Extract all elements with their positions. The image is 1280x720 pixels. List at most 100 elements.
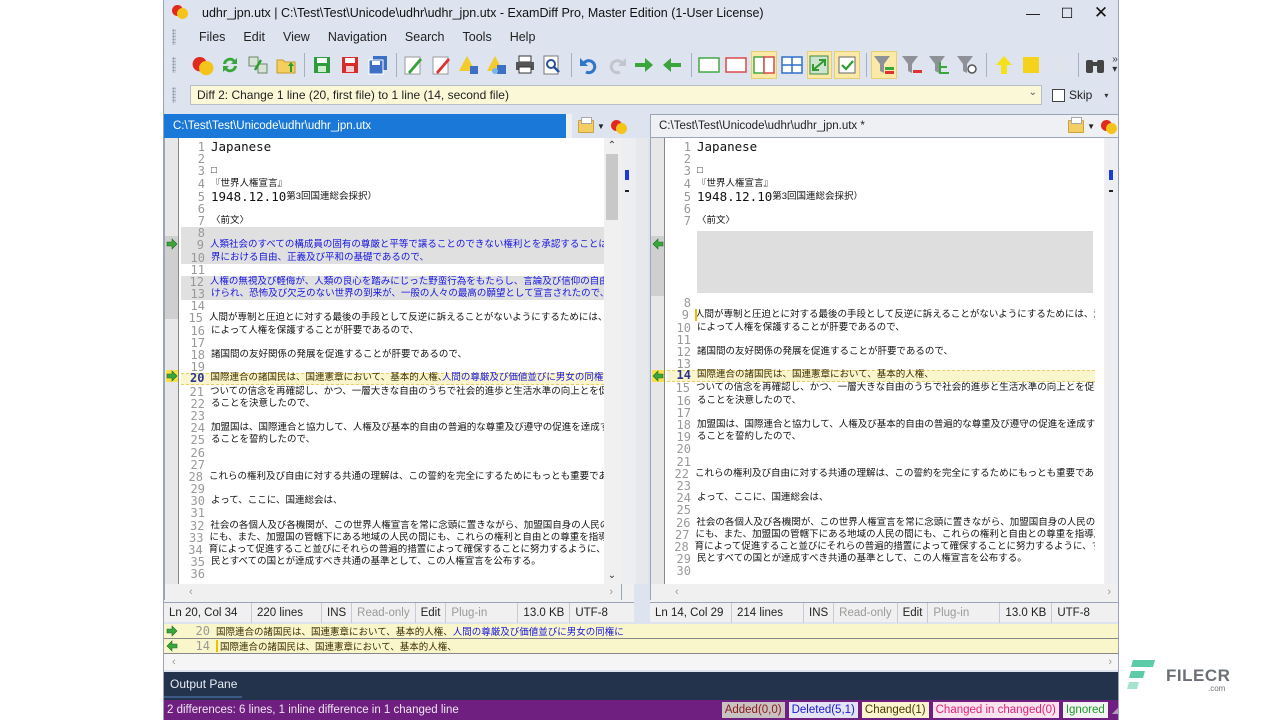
warning-save-all-button[interactable] [484, 51, 510, 79]
view-side-by-side-button[interactable] [751, 51, 777, 79]
menu-view[interactable]: View [274, 30, 319, 44]
pane-splitter[interactable] [636, 138, 648, 584]
sync-scroll-button[interactable] [806, 51, 833, 79]
minimize-button[interactable]: — [1016, 0, 1050, 26]
legend-changed[interactable]: Changed(1) [861, 702, 929, 718]
scroll-up-icon[interactable]: ⌃ [604, 138, 620, 154]
compare-file-icon[interactable] [1101, 119, 1117, 134]
view-second-file-button[interactable] [723, 51, 749, 79]
diff-selector-dropdown[interactable]: Diff 2: Change 1 line (20, first file) t… [190, 85, 1042, 105]
combo-grip-handle[interactable] [172, 87, 176, 103]
refresh-button[interactable] [217, 51, 243, 79]
first-file-vertical-scrollbar[interactable]: ⌃ ⌄ [604, 138, 620, 584]
save-right-button[interactable] [337, 51, 363, 79]
code-line: 22 ることを決意したので、 [181, 398, 609, 410]
plugin-indicator[interactable]: Plug-in [446, 602, 519, 623]
code-line: 5 1948.12.10 第3回国連総会採択） [181, 190, 609, 203]
current-diff-arrow-icon[interactable] [166, 370, 178, 382]
open-file-icon[interactable] [578, 116, 594, 133]
legend-changed-in-changed[interactable]: Changed in changed(0) [932, 702, 1059, 718]
close-button[interactable]: ✕ [1084, 0, 1118, 26]
menu-grip-handle[interactable] [172, 29, 176, 45]
row-overflow-icon[interactable]: ▾ [1104, 91, 1108, 100]
edit-indicator[interactable]: Edit [898, 602, 929, 623]
menu-search[interactable]: Search [396, 30, 454, 44]
skip-checkbox[interactable]: Skip [1052, 88, 1092, 102]
legend-ignored[interactable]: Ignored [1062, 702, 1108, 718]
scroll-down-icon[interactable]: ⌄ [604, 568, 620, 584]
current-diff-button[interactable] [1018, 51, 1044, 79]
filter-4-button[interactable] [954, 51, 980, 79]
menu-files[interactable]: Files [190, 30, 234, 44]
save-left-icon [314, 57, 331, 73]
find-button[interactable] [1083, 51, 1109, 79]
scroll-left-icon[interactable]: ‹ [675, 586, 679, 598]
diff-arrow-right-icon[interactable] [166, 238, 178, 250]
menu-help[interactable]: Help [501, 30, 545, 44]
current-diff-arrow-icon[interactable] [652, 370, 664, 382]
dropdown-arrow-icon[interactable]: ▼ [597, 122, 605, 131]
print-preview-button[interactable] [540, 51, 566, 79]
filter-2-button[interactable] [899, 51, 925, 79]
open-folder-button[interactable] [273, 51, 299, 79]
line-number: 26 [190, 445, 205, 460]
scroll-left-icon[interactable]: ‹ [172, 656, 176, 668]
warning-save-button[interactable] [457, 51, 483, 79]
copy-to-right-button[interactable] [632, 51, 658, 79]
scroll-right-icon[interactable]: › [609, 586, 613, 598]
view-first-file-button[interactable] [696, 51, 722, 79]
first-file-editor[interactable]: 1 Japanese 2 3 □ 4 『世界人権宣言』 5 1948.12.10 第3回国連総会… [164, 138, 609, 584]
toolbar-grip-handle[interactable] [172, 57, 176, 73]
maximize-button[interactable]: ☐ [1050, 0, 1084, 26]
next-diff-button[interactable] [1046, 51, 1072, 79]
code-line: 10 界における自由、正義及び平和の基礎であるので、 [181, 250, 609, 265]
open-file-icon[interactable] [1068, 116, 1085, 133]
edit-left-button[interactable] [401, 51, 427, 79]
second-file-horizontal-scrollbar[interactable]: ‹ › [650, 584, 1118, 600]
compare-file-icon[interactable] [610, 119, 627, 134]
print-button[interactable] [512, 51, 538, 79]
edit-right-button[interactable] [429, 51, 455, 79]
menu-edit[interactable]: Edit [234, 30, 274, 44]
first-file-horizontal-scrollbar[interactable]: ‹ › [164, 584, 622, 600]
readonly-indicator[interactable]: Read-only [834, 602, 898, 623]
view-grid-button[interactable] [779, 51, 805, 79]
first-file-overview-bar[interactable] [622, 138, 636, 584]
previous-diff-button[interactable] [991, 51, 1017, 79]
scroll-right-icon[interactable]: › [1108, 656, 1112, 668]
compare-horizontal-scrollbar[interactable]: ‹ › [164, 654, 1118, 670]
edit-indicator[interactable]: Edit [416, 602, 447, 623]
line-number: 12 [189, 274, 204, 289]
code-line: 14 国際連合の諸国民は、国連憲章において、基本的人権、 [667, 369, 1095, 383]
checkbox-toggle-button[interactable] [834, 51, 861, 79]
copy-to-left-button[interactable] [659, 51, 685, 79]
plugin-indicator[interactable]: Plug-in [928, 602, 1001, 623]
inline-diff-text: 人間の尊厳及び価値並びに男女の同権に [441, 372, 609, 384]
readonly-indicator[interactable]: Read-only [352, 602, 416, 623]
undo-button[interactable] [576, 51, 602, 79]
filter-1-button[interactable] [870, 51, 897, 79]
menu-tools[interactable]: Tools [454, 30, 501, 44]
redo-button[interactable] [604, 51, 630, 79]
diff-arrow-left-icon[interactable] [652, 238, 664, 250]
save-left-button[interactable] [309, 51, 335, 79]
menu-navigation[interactable]: Navigation [319, 30, 396, 44]
scroll-thumb[interactable] [606, 154, 618, 220]
toolbar-overflow-icon[interactable]: » ▾ [1112, 55, 1118, 75]
line-number: 10 [190, 250, 205, 265]
scroll-left-icon[interactable]: ‹ [189, 586, 193, 598]
second-file-editor[interactable]: 1 Japanese 2 3 □ 4 『世界人権宣言』 5 1948.12.10 第3回国連総会… [650, 138, 1106, 584]
menu-bar: Files Edit View Navigation Search Tools … [164, 26, 1118, 48]
resize-grip-icon[interactable]: ◢ [1112, 706, 1118, 715]
swap-files-button[interactable] [245, 51, 271, 79]
scroll-right-icon[interactable]: › [1107, 586, 1111, 598]
filter-3-button[interactable] [926, 51, 952, 79]
compare-button[interactable] [190, 51, 216, 79]
second-file-overview-bar[interactable] [1106, 138, 1118, 584]
dropdown-arrow-icon[interactable]: ▼ [1087, 122, 1095, 131]
legend-deleted[interactable]: Deleted(5,1) [788, 702, 858, 718]
legend-added[interactable]: Added(0,0) [721, 702, 785, 718]
output-pane-tab[interactable]: Output Pane [164, 672, 242, 698]
code-line: 16 によって人権を保護することが肝要であるので、 [181, 324, 609, 337]
save-all-button[interactable] [365, 51, 391, 79]
